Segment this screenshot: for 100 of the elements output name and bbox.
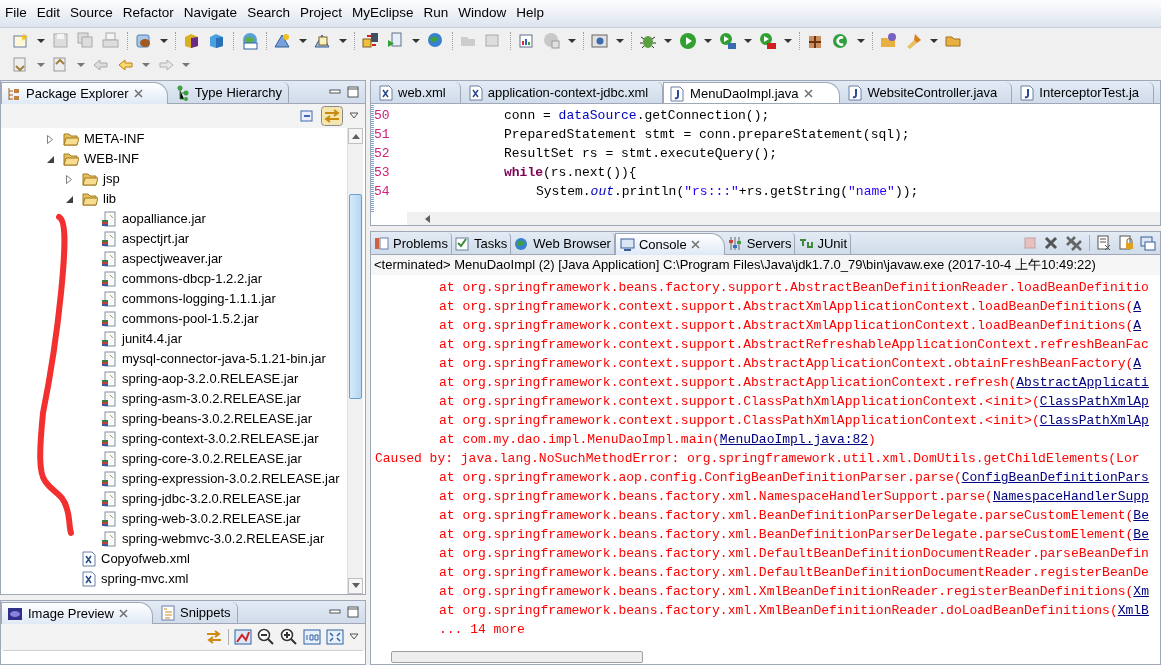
menu-item[interactable]: File xyxy=(0,1,32,26)
caret-icon[interactable] xyxy=(744,39,752,43)
caret-icon[interactable] xyxy=(664,39,672,43)
view-tab[interactable]: JUnit xyxy=(795,233,852,254)
tree-item[interactable]: commons-pool-1.5.2.jar xyxy=(121,309,260,329)
collapse-arrow-icon[interactable] xyxy=(47,155,54,163)
source-link[interactable]: ConfigBeanDefinitionPars xyxy=(961,467,1149,488)
menu-item[interactable]: MyEclipse xyxy=(346,1,419,26)
source-link[interactable]: XmlB xyxy=(1117,600,1149,621)
run-server-icon[interactable] xyxy=(387,32,405,50)
editor-tab[interactable]: InterceptorTest.ja xyxy=(1012,82,1155,103)
maximize-icon[interactable] xyxy=(347,606,359,618)
source-link[interactable]: Be xyxy=(1133,524,1149,545)
search-torch-icon[interactable] xyxy=(905,32,923,50)
actual-size-icon[interactable] xyxy=(303,629,321,645)
expand-arrow-icon[interactable] xyxy=(66,174,72,184)
tree-item[interactable]: spring-asm-3.0.2.RELEASE.jar xyxy=(121,389,303,409)
view-tab[interactable]: Servers xyxy=(724,233,796,254)
web-app-icon[interactable] xyxy=(314,32,332,50)
source-link[interactable]: Xm xyxy=(1133,581,1149,602)
caret-icon[interactable] xyxy=(412,39,420,43)
tree-item[interactable]: META-INF xyxy=(83,129,146,149)
view-tab[interactable]: Problems xyxy=(371,233,452,254)
maximize-icon[interactable] xyxy=(347,86,359,98)
caret-icon[interactable] xyxy=(616,39,624,43)
tree-item[interactable]: spring-aop-3.2.0.RELEASE.jar xyxy=(121,369,300,389)
source-link[interactable]: MenuDaoImpl.java:82 xyxy=(719,429,869,450)
cube-icon[interactable] xyxy=(183,32,201,50)
caret-icon[interactable] xyxy=(857,39,865,43)
swap-arrows-icon[interactable] xyxy=(205,629,223,645)
open-type-icon[interactable] xyxy=(880,32,898,50)
tree-item[interactable]: commons-dbcp-1.2.2.jar xyxy=(121,269,264,289)
minimize-icon[interactable] xyxy=(329,607,341,617)
minimize-icon[interactable] xyxy=(329,87,341,97)
menu-item[interactable]: Edit xyxy=(31,1,66,26)
source-link[interactable]: ClassPathXmlAp xyxy=(1039,410,1149,431)
close-icon[interactable] xyxy=(119,609,128,618)
menu-item[interactable]: Search xyxy=(242,1,295,26)
tree-item[interactable]: spring-beans-3.0.2.RELEASE.jar xyxy=(121,409,314,429)
caret-icon[interactable] xyxy=(37,39,45,43)
view-tab[interactable]: Web Browser xyxy=(511,233,615,254)
tree-item[interactable]: lib xyxy=(102,189,117,209)
link-arrows-icon[interactable] xyxy=(321,106,343,126)
vertical-scrollbar[interactable] xyxy=(347,128,363,594)
view-tab[interactable]: Package Explorer xyxy=(1,82,168,104)
editor-tab[interactable]: application-context-jdbc.xml xyxy=(460,82,664,103)
camera-icon[interactable] xyxy=(591,32,609,50)
view-tab[interactable]: Image Preview xyxy=(1,602,153,624)
tree-item[interactable]: WEB-INF xyxy=(83,149,140,169)
view-tab[interactable]: Type Hierarchy xyxy=(167,82,290,103)
scroll-up-icon[interactable] xyxy=(351,133,360,139)
tree-item[interactable]: spring-core-3.0.2.RELEASE.jar xyxy=(121,449,303,469)
caret-icon[interactable] xyxy=(930,39,938,43)
tree-item[interactable]: spring-web-3.0.2.RELEASE.jar xyxy=(121,509,302,529)
menu-item[interactable]: Source xyxy=(65,1,118,26)
remove-launch-icon[interactable] xyxy=(1043,235,1059,251)
menu-item[interactable]: Project xyxy=(294,1,347,26)
source-link[interactable]: Be xyxy=(1133,505,1149,526)
tree-item[interactable]: jsp xyxy=(102,169,121,189)
expand-arrow-icon[interactable] xyxy=(47,134,53,144)
collapse-arrow-icon[interactable] xyxy=(66,195,73,203)
zoom-in-icon[interactable] xyxy=(280,628,298,646)
globe-icon[interactable] xyxy=(427,32,445,50)
menu-item[interactable]: Window xyxy=(453,1,512,26)
view-menu-icon[interactable] xyxy=(349,633,359,641)
close-icon[interactable] xyxy=(804,89,814,98)
fit-to-window-icon[interactable] xyxy=(326,629,344,645)
tree-item[interactable]: spring-jdbc-3.2.0.RELEASE.jar xyxy=(121,489,302,509)
lock-icon[interactable] xyxy=(1118,235,1134,251)
chart-report-icon[interactable] xyxy=(518,32,536,50)
pin-icon[interactable] xyxy=(1140,235,1156,251)
box-icon[interactable] xyxy=(208,32,226,50)
scroll-thumb[interactable] xyxy=(391,651,643,663)
tree-item[interactable]: aspectjweaver.jar xyxy=(121,249,224,269)
source-link[interactable]: A xyxy=(1133,296,1142,317)
document-icon[interactable] xyxy=(1096,235,1112,251)
editor-tab[interactable]: WebsiteController.java xyxy=(840,82,1013,103)
tree-item[interactable]: commons-logging-1.1.1.jar xyxy=(121,289,277,309)
caret-icon[interactable] xyxy=(299,39,307,43)
menu-item[interactable]: Navigate xyxy=(178,1,243,26)
close-icon[interactable] xyxy=(133,89,143,98)
bean-package-icon[interactable] xyxy=(135,32,153,50)
scroll-thumb[interactable] xyxy=(349,193,362,399)
tree-item[interactable]: spring-context-3.0.2.RELEASE.jar xyxy=(121,429,320,449)
globe-badge-icon[interactable] xyxy=(241,32,259,50)
scroll-down-icon[interactable] xyxy=(351,583,360,589)
tree-item[interactable]: aspectjrt.jar xyxy=(121,229,191,249)
caret-icon[interactable] xyxy=(339,39,347,43)
remove-all-icon[interactable] xyxy=(1065,235,1083,251)
close-icon[interactable] xyxy=(690,240,700,249)
back-arrow-icon[interactable] xyxy=(117,56,135,74)
collapse-all-icon[interactable] xyxy=(299,108,315,124)
menu-item[interactable]: Run xyxy=(418,1,454,26)
view-tab[interactable]: Snippets xyxy=(153,602,238,623)
caret-icon[interactable] xyxy=(704,39,712,43)
tree-item[interactable]: Copyofweb.xml xyxy=(100,549,191,569)
editor-tab[interactable]: web.xml xyxy=(371,82,461,103)
zoom-out-icon[interactable] xyxy=(257,628,275,646)
caret-icon[interactable] xyxy=(784,39,792,43)
scroll-left-icon[interactable] xyxy=(425,214,430,223)
